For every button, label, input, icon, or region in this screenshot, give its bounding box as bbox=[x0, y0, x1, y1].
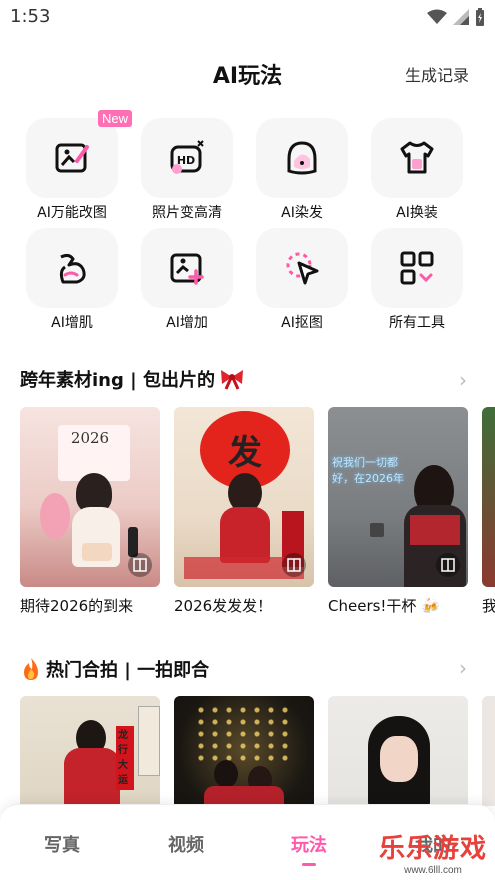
card-image: 2026 bbox=[20, 407, 160, 587]
site-watermark: 乐乐游戏 www.6lll.com bbox=[373, 828, 493, 878]
card-overlay-text: 龙行大运 bbox=[118, 730, 128, 786]
card-overlay-text: 发 bbox=[228, 433, 262, 473]
status-bar: 1:53 bbox=[0, 0, 495, 36]
outfit-icon bbox=[400, 141, 434, 174]
wifi-icon bbox=[427, 9, 447, 24]
compare-icon[interactable] bbox=[282, 553, 306, 577]
battery-icon bbox=[476, 8, 484, 26]
section2-more-arrow[interactable]: › bbox=[459, 656, 467, 680]
hd-icon: HD bbox=[170, 140, 204, 174]
status-time: 1:53 bbox=[10, 6, 51, 27]
ai-edit-icon bbox=[55, 143, 89, 173]
tool-label: 所有工具 bbox=[389, 315, 445, 331]
card[interactable]: 我 bbox=[482, 407, 495, 616]
card-image: 发 bbox=[174, 407, 314, 587]
tab-video[interactable]: 视频 bbox=[146, 831, 226, 857]
status-icons bbox=[427, 8, 485, 26]
tool-add[interactable]: AI增加 bbox=[131, 228, 243, 338]
tool-cutout[interactable]: AI抠图 bbox=[246, 228, 358, 338]
tab-label: 玩法 bbox=[291, 835, 327, 856]
tab-label: 视频 bbox=[168, 835, 204, 856]
card-image: 龙行大运 bbox=[20, 696, 160, 806]
tool-ai-edit[interactable]: New AI万能改图 bbox=[16, 110, 132, 228]
bow-icon bbox=[220, 370, 243, 390]
watermark-url: www.6lll.com bbox=[404, 865, 462, 876]
tab-play[interactable]: 玩法 bbox=[269, 831, 349, 866]
card-caption: Cheers!干杯 🍻 bbox=[328, 595, 468, 616]
compare-icon[interactable] bbox=[436, 553, 460, 577]
active-tab-indicator bbox=[302, 863, 316, 866]
tab-portrait[interactable]: 写真 bbox=[22, 831, 102, 857]
bottom-tab-bar: 写真 视频 玩法 我的 乐乐游戏 www.6lll.com bbox=[0, 804, 495, 880]
all-tools-icon bbox=[400, 251, 434, 285]
card[interactable]: 2026 期待2026的到来 bbox=[20, 407, 160, 616]
fire-icon bbox=[24, 658, 38, 680]
hot-duo-card-row: 龙行大运 bbox=[20, 696, 495, 806]
muscle-icon bbox=[59, 253, 86, 284]
tool-label: 照片变高清 bbox=[152, 205, 222, 221]
card-overlay-text: 祝我们一切都好，在2026年 bbox=[332, 456, 404, 485]
section1-more-arrow[interactable]: › bbox=[459, 368, 467, 392]
card-overlay-text: 2026 bbox=[70, 429, 110, 447]
card-image bbox=[482, 696, 495, 806]
section-title-text: 跨年素材ing | 包出片的 bbox=[20, 370, 215, 391]
tool-outfit[interactable]: AI换装 bbox=[361, 118, 473, 228]
svg-text:HD: HD bbox=[177, 154, 195, 167]
hair-dye-icon bbox=[287, 141, 317, 175]
tool-hd[interactable]: HD 照片变高清 bbox=[131, 118, 243, 228]
tool-label: AI染发 bbox=[281, 205, 323, 221]
card-image: 祝我们一切都好，在2026年 bbox=[328, 407, 468, 587]
history-link[interactable]: 生成记录 bbox=[405, 62, 469, 86]
card[interactable]: 发 2026发发发！ bbox=[174, 407, 314, 616]
signal-icon bbox=[453, 9, 469, 25]
tool-label: AI抠图 bbox=[281, 315, 323, 331]
tool-label: AI增加 bbox=[166, 315, 208, 331]
card[interactable] bbox=[328, 696, 468, 806]
tool-all[interactable]: 所有工具 bbox=[361, 228, 473, 338]
cutout-icon bbox=[286, 252, 319, 285]
watermark-text: 乐乐游戏 bbox=[378, 834, 487, 864]
tool-label: AI万能改图 bbox=[37, 205, 107, 221]
card[interactable] bbox=[482, 696, 495, 806]
card-image bbox=[482, 407, 495, 587]
card-caption: 2026发发发！ bbox=[174, 597, 273, 615]
section-title-text: 热门合拍 | 一拍即合 bbox=[46, 660, 210, 681]
tool-label: AI增肌 bbox=[51, 315, 93, 331]
tab-label: 写真 bbox=[44, 835, 80, 856]
card-caption: 我 bbox=[482, 595, 495, 616]
section-title-hot-duo[interactable]: 热门合拍 | 一拍即合 bbox=[20, 656, 209, 682]
card-image bbox=[328, 696, 468, 806]
card[interactable]: 龙行大运 bbox=[20, 696, 160, 806]
tool-label: AI换装 bbox=[396, 205, 438, 221]
header: AI玩法 生成记录 bbox=[0, 52, 495, 92]
beer-icon: 🍻 bbox=[421, 597, 440, 615]
newyear-card-row: 2026 期待2026的到来 发 2026发发发！ 祝我们一切都好，在2026年 bbox=[20, 407, 495, 632]
card[interactable] bbox=[174, 696, 314, 806]
card-image bbox=[174, 696, 314, 806]
section-title-newyear[interactable]: 跨年素材ing | 包出片的 bbox=[20, 366, 245, 392]
compare-icon[interactable] bbox=[128, 553, 152, 577]
tool-muscle[interactable]: AI增肌 bbox=[16, 228, 128, 338]
card[interactable]: 祝我们一切都好，在2026年 Cheers!干杯 🍻 bbox=[328, 407, 468, 616]
card-caption-text: Cheers!干杯 bbox=[328, 597, 417, 615]
add-image-icon bbox=[170, 253, 204, 285]
tool-hair-dye[interactable]: AI染发 bbox=[246, 118, 358, 228]
new-badge: New bbox=[97, 110, 132, 127]
card-caption: 期待2026的到来 bbox=[20, 597, 134, 615]
